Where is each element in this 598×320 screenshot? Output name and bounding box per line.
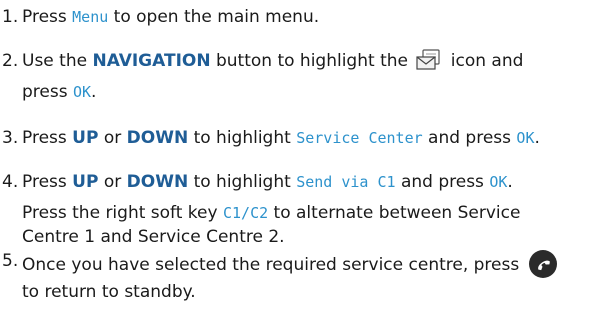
screen-text: Send via C1 [296,173,396,191]
end-call-key-icon [528,249,558,279]
instruction-text: Press [22,128,73,148]
instruction-text: Use the [22,51,93,71]
step-number: 5. [2,251,19,271]
screen-text: C1/C2 [222,204,269,222]
instruction-text: . [91,82,97,102]
instruction-text: and press [395,172,490,192]
key-name: DOWN [126,128,189,148]
key-name: UP [72,128,99,148]
instruction-text: . [507,172,513,192]
step-line: Once you have selected the required serv… [22,249,558,279]
screen-text: OK [72,83,92,101]
step-line: Press UP or DOWN to highlight Service Ce… [22,126,540,150]
instruction-text: press [22,82,73,102]
instruction-text: icon and [445,51,524,71]
step-number: 3. [2,128,19,148]
instruction-text: to open the main menu. [108,7,320,27]
step-number: 1. [2,7,19,27]
instruction-text: button to highlight the [210,51,414,71]
screen-text: OK [489,173,508,191]
instruction-text: and press [422,128,517,148]
instruction-text: to highlight [188,128,297,148]
step-line: to return to standby. [22,280,196,304]
instruction-text: . [534,128,540,148]
screen-text: Menu [72,8,109,26]
key-name: NAVIGATION [92,51,211,71]
instruction-text: Centre 1 and Service Centre 2. [22,227,285,247]
instruction-text: or [98,128,127,148]
instruction-text: Press [22,172,73,192]
instruction-text: to highlight [188,172,297,192]
key-name: DOWN [126,172,189,192]
step-number: 4. [2,172,19,192]
instruction-text: Press the right soft key [22,203,223,223]
screen-text: OK [516,129,535,147]
instruction-text: Press [22,7,73,27]
step-line: press OK. [22,80,96,104]
step-number: 2. [2,51,19,71]
key-name: UP [72,172,99,192]
step-line: Press Menu to open the main menu. [22,5,319,29]
screen-text: Service Center [296,129,423,147]
step-line: Centre 1 and Service Centre 2. [22,225,285,249]
instruction-text: to return to standby. [22,282,196,302]
instruction-text: or [98,172,127,192]
messages-envelope-icon [415,49,443,71]
instruction-text: to alternate between Service [268,203,521,223]
step-line: Press UP or DOWN to highlight Send via C… [22,170,513,194]
step-line: Press the right soft key C1/C2 to altern… [22,201,520,225]
step-line: Use the NAVIGATION button to highlight t… [22,49,523,73]
instruction-text: Once you have selected the required serv… [22,255,525,275]
